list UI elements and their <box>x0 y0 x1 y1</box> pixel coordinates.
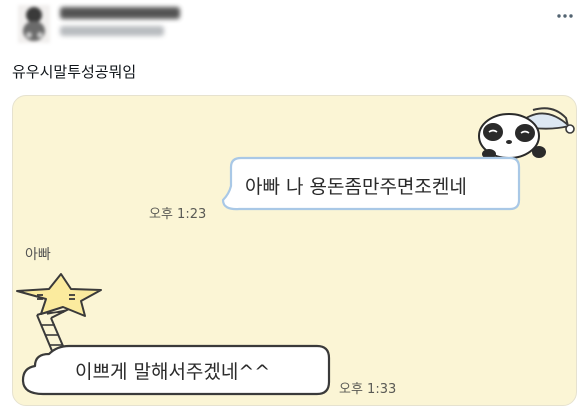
sent-message-time: 오후 1:23 <box>149 207 207 222</box>
tweet-text: 유우시말투성공뭐임 <box>12 63 137 81</box>
received-message-time: 오후 1:33 <box>339 382 397 397</box>
more-options-icon[interactable] <box>553 6 577 26</box>
panda-sticker-icon <box>478 107 575 159</box>
sender-name: 아빠 <box>25 247 51 263</box>
sent-message-text: 아빠 나 용돈좀만주면조켄네 <box>245 176 467 198</box>
chat-screenshot-image[interactable]: 아빠 나 용돈좀만주면조켄네 오후 1:23 아빠 이쁘게 말해서주겠네^^ 오… <box>12 95 577 406</box>
author-name-redacted[interactable] <box>60 7 180 19</box>
avatar[interactable] <box>18 5 50 43</box>
received-message-text: 이쁘게 말해서주겠네^^ <box>75 361 271 383</box>
author-handle-redacted[interactable] <box>60 26 164 36</box>
